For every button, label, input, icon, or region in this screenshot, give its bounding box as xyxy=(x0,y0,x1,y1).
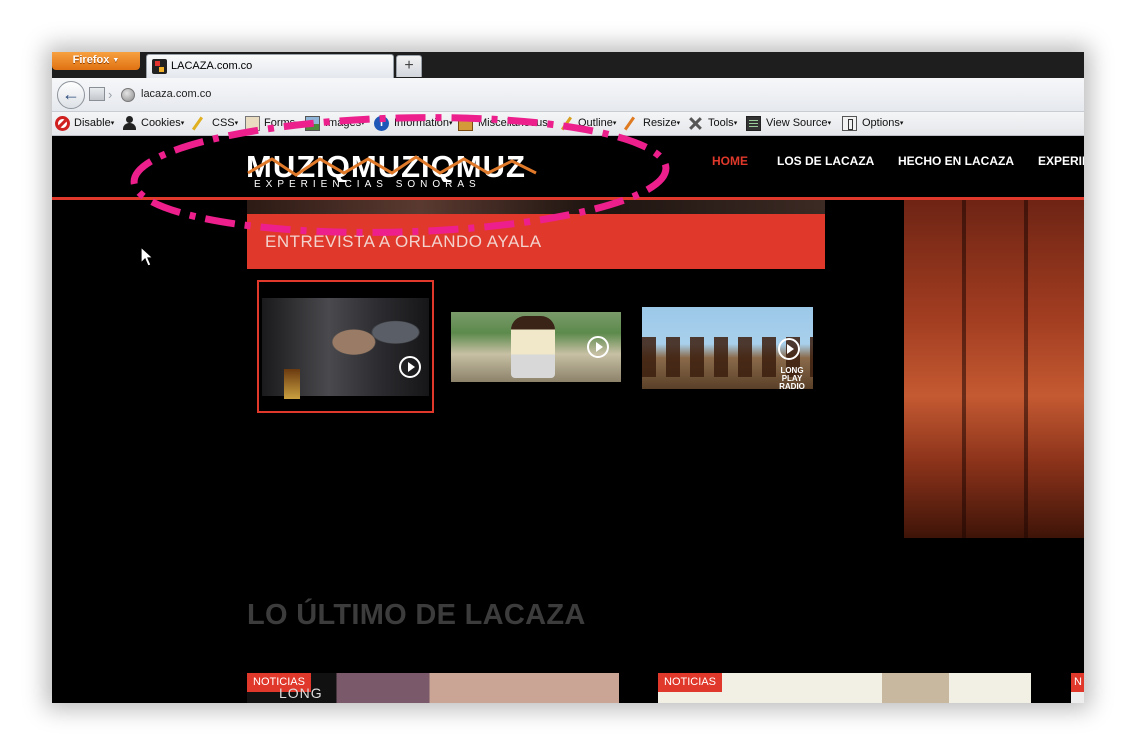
logo-tagline: EXPERIENCIAS SONORAS xyxy=(254,179,481,190)
options-icon xyxy=(842,116,857,131)
tab-title: LACAZA.com.co xyxy=(171,60,253,72)
logo-wave-graphic xyxy=(247,155,537,177)
devbar-menu-information[interactable]: Information▾ xyxy=(394,117,453,129)
chevron-down-icon: ▼ xyxy=(112,57,120,64)
web-page: MUZIQMUZIQMUZ EXPERIENCIAS SONORAS HOME … xyxy=(52,137,1084,703)
miscellaneous-icon xyxy=(458,116,473,131)
site-header: MUZIQMUZIQMUZ EXPERIENCIAS SONORAS HOME … xyxy=(52,137,1084,200)
nav-experiencias[interactable]: EXPERIE xyxy=(1038,154,1084,168)
play-icon[interactable] xyxy=(399,356,421,378)
news-card-1[interactable]: NOTICIAS LONG xyxy=(247,673,619,703)
plus-icon: + xyxy=(404,57,414,74)
browser-tab-lacaza[interactable]: LACAZA.com.co xyxy=(146,54,394,78)
back-arrow-icon: ← xyxy=(62,84,80,104)
url-bar[interactable]: lacaza.com.co xyxy=(141,88,211,100)
thumbnail-person xyxy=(511,316,555,378)
devbar-menu-resize[interactable]: Resize▾ xyxy=(643,117,680,129)
disable-icon xyxy=(55,116,70,131)
play-icon[interactable] xyxy=(587,336,609,358)
devbar-menu-options[interactable]: Options▾ xyxy=(862,117,903,129)
new-tab-button[interactable]: + xyxy=(396,55,422,77)
tools-icon xyxy=(688,116,703,131)
poster-graphic xyxy=(284,369,300,399)
news-card-2[interactable]: NOTICIAS xyxy=(658,673,1031,703)
browser-window: Firefox ▼ LACAZA.com.co + ← › lacaza.com… xyxy=(52,52,1084,703)
video-thumbnail-3[interactable]: LONG PLAY RADIO xyxy=(642,307,813,389)
firefox-menu-label: Firefox xyxy=(72,54,110,66)
section-heading: LO ÚLTIMO DE LACAZA xyxy=(247,599,586,631)
devbar-menu-miscellaneous[interactable]: Miscellaneous▾ xyxy=(478,117,551,129)
devbar-menu-cookies[interactable]: Cookies▾ xyxy=(141,117,184,129)
devbar-menu-view-source[interactable]: View Source▾ xyxy=(766,117,831,129)
information-icon: i xyxy=(374,116,389,131)
hero-image-strip xyxy=(247,200,825,214)
tab-strip: Firefox ▼ LACAZA.com.co + xyxy=(52,52,1084,78)
video-thumbnail-2[interactable] xyxy=(451,312,621,382)
outline-icon xyxy=(559,116,574,131)
resize-icon xyxy=(622,116,637,131)
view-source-icon xyxy=(746,116,761,131)
studio-hero-image xyxy=(904,200,1084,538)
site-favicon-icon xyxy=(152,59,167,74)
devbar-menu-css[interactable]: CSS▾ xyxy=(212,117,238,129)
featured-headline-banner[interactable]: ENTREVISTA A ORLANDO AYALA xyxy=(247,214,825,269)
devbar-menu-forms[interactable]: Forms▾ xyxy=(264,117,299,129)
category-tag[interactable]: N xyxy=(1071,673,1084,692)
category-tag[interactable]: NOTICIAS xyxy=(658,673,722,692)
navigation-toolbar: ← › lacaza.com.co xyxy=(52,78,1084,112)
video-thumbnail-1[interactable] xyxy=(257,280,434,413)
play-icon[interactable] xyxy=(778,338,800,360)
forms-icon xyxy=(245,116,260,131)
site-identity-globe-icon[interactable] xyxy=(121,88,135,102)
mouse-cursor-icon xyxy=(140,246,155,267)
long-play-radio-logo: LONG PLAY RADIO xyxy=(779,366,805,390)
web-developer-toolbar: Disable▾ Cookies▾ CSS▾ Forms▾ Images▾ i … xyxy=(52,112,1084,136)
nav-hecho-en-lacaza[interactable]: HECHO EN LACAZA xyxy=(898,154,1014,168)
css-icon xyxy=(190,116,205,131)
site-logo[interactable]: MUZIQMUZIQMUZ EXPERIENCIAS SONORAS xyxy=(246,151,548,190)
thumbnail-image xyxy=(262,298,429,399)
cookies-icon xyxy=(122,116,137,131)
nav-home[interactable]: HOME xyxy=(712,154,748,168)
firefox-menu-button[interactable]: Firefox ▼ xyxy=(52,52,140,70)
news-card-3[interactable]: N xyxy=(1071,673,1084,703)
featured-headline[interactable]: ENTREVISTA A ORLANDO AYALA xyxy=(265,232,542,252)
nav-los-de-lacaza[interactable]: LOS DE LACAZA xyxy=(777,154,874,168)
history-icon[interactable] xyxy=(89,87,105,101)
card-logo: LONG xyxy=(279,685,323,701)
back-button[interactable]: ← xyxy=(57,81,85,109)
devbar-menu-disable[interactable]: Disable▾ xyxy=(74,117,114,129)
devbar-menu-outline[interactable]: Outline▾ xyxy=(578,117,616,129)
chevron-right-icon: › xyxy=(108,87,113,102)
devbar-menu-tools[interactable]: Tools▾ xyxy=(708,117,737,129)
devbar-menu-images[interactable]: Images▾ xyxy=(325,117,365,129)
images-icon xyxy=(305,116,320,131)
